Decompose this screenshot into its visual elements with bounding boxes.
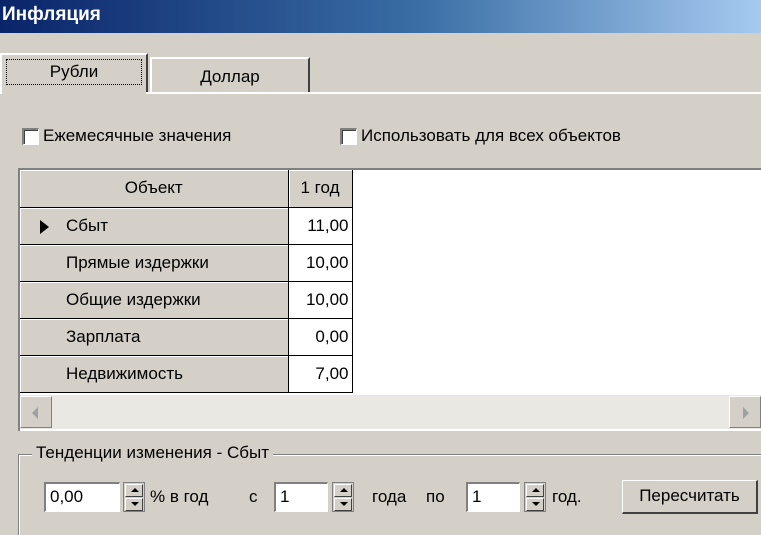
caret-down-icon: [532, 502, 540, 506]
tab-rubles-label: Рубли: [6, 59, 142, 85]
scroll-left-button[interactable]: [20, 396, 52, 428]
column-header-year-1[interactable]: 1 год: [288, 170, 353, 208]
cell-value[interactable]: 11,00: [288, 207, 353, 245]
row-name: Прямые издержки: [66, 252, 209, 272]
cell-value[interactable]: 10,00: [288, 244, 353, 282]
from-year-decrement-button[interactable]: [334, 498, 352, 511]
row-name: Недвижимость: [66, 363, 183, 383]
table-row[interactable]: Сбыт 11,00: [20, 207, 353, 245]
arrow-right-icon: [743, 407, 749, 419]
horizontal-scrollbar[interactable]: [20, 395, 761, 429]
tab-dollar[interactable]: Доллар: [150, 57, 310, 93]
to-year-decrement-button[interactable]: [526, 498, 544, 511]
rate-increment-button[interactable]: [125, 484, 143, 497]
monthly-values-checkbox[interactable]: [22, 127, 39, 145]
table-row[interactable]: Зарплата 0,00: [20, 318, 353, 356]
trend-group-title: Тенденции изменения - Сбыт: [32, 443, 273, 463]
caret-down-icon: [340, 502, 348, 506]
tab-rubles[interactable]: Рубли: [0, 53, 148, 93]
row-name: Общие издержки: [66, 289, 201, 309]
rate-decrement-button[interactable]: [125, 498, 143, 511]
caret-up-icon: [131, 488, 139, 492]
table-row[interactable]: Прямые издержки 10,00: [20, 244, 353, 282]
recalculate-button[interactable]: Пересчитать: [622, 480, 758, 514]
inflation-grid[interactable]: Объект 1 год Сбыт 11,00 Прямые издержки …: [18, 168, 761, 431]
cell-value[interactable]: 0,00: [288, 318, 353, 356]
scroll-right-button[interactable]: [729, 396, 761, 428]
rate-input[interactable]: 0,00: [44, 482, 120, 512]
cell-value[interactable]: 7,00: [288, 355, 353, 393]
table-row[interactable]: Недвижимость 7,00: [20, 355, 353, 393]
row-header[interactable]: Зарплата: [20, 318, 289, 356]
rate-unit-label: % в год: [150, 487, 209, 506]
monthly-values-label: Ежемесячные значения: [43, 126, 232, 145]
from-year-spinner[interactable]: [332, 482, 354, 512]
column-header-object[interactable]: Объект: [20, 170, 289, 208]
caret-up-icon: [532, 488, 540, 492]
monthly-values-option[interactable]: Ежемесячные значения: [22, 124, 231, 148]
arrow-left-icon: [32, 407, 38, 419]
row-header[interactable]: Сбыт: [20, 207, 289, 245]
to-year-input[interactable]: 1: [466, 482, 520, 512]
to-year-increment-button[interactable]: [526, 484, 544, 497]
row-name: Зарплата: [66, 326, 141, 346]
to-label: по: [426, 487, 445, 506]
rate-spinner[interactable]: [123, 482, 145, 512]
tab-dollar-label: Доллар: [200, 67, 260, 86]
use-for-all-objects-label: Использовать для всех объектов: [361, 126, 621, 145]
caret-up-icon: [340, 488, 348, 492]
from-year-input[interactable]: 1: [274, 482, 328, 512]
row-header[interactable]: Общие издержки: [20, 281, 289, 319]
row-name: Сбыт: [66, 215, 109, 235]
years-label: года: [372, 487, 407, 506]
table-row[interactable]: Общие издержки 10,00: [20, 281, 353, 319]
row-header[interactable]: Прямые издержки: [20, 244, 289, 282]
from-year-increment-button[interactable]: [334, 484, 352, 497]
to-year-spinner[interactable]: [524, 482, 546, 512]
window-title: Инфляция: [2, 4, 101, 25]
from-label: с: [249, 487, 258, 506]
tab-strip: Рубли Доллар: [0, 33, 761, 94]
row-header[interactable]: Недвижимость: [20, 355, 289, 393]
year-label: год.: [552, 487, 582, 506]
caret-down-icon: [131, 502, 139, 506]
current-row-indicator-icon: [40, 219, 49, 234]
cell-value[interactable]: 10,00: [288, 281, 353, 319]
use-for-all-objects-checkbox[interactable]: [340, 127, 357, 145]
title-bar: Инфляция: [0, 0, 761, 33]
use-for-all-objects-option[interactable]: Использовать для всех объектов: [340, 124, 621, 148]
